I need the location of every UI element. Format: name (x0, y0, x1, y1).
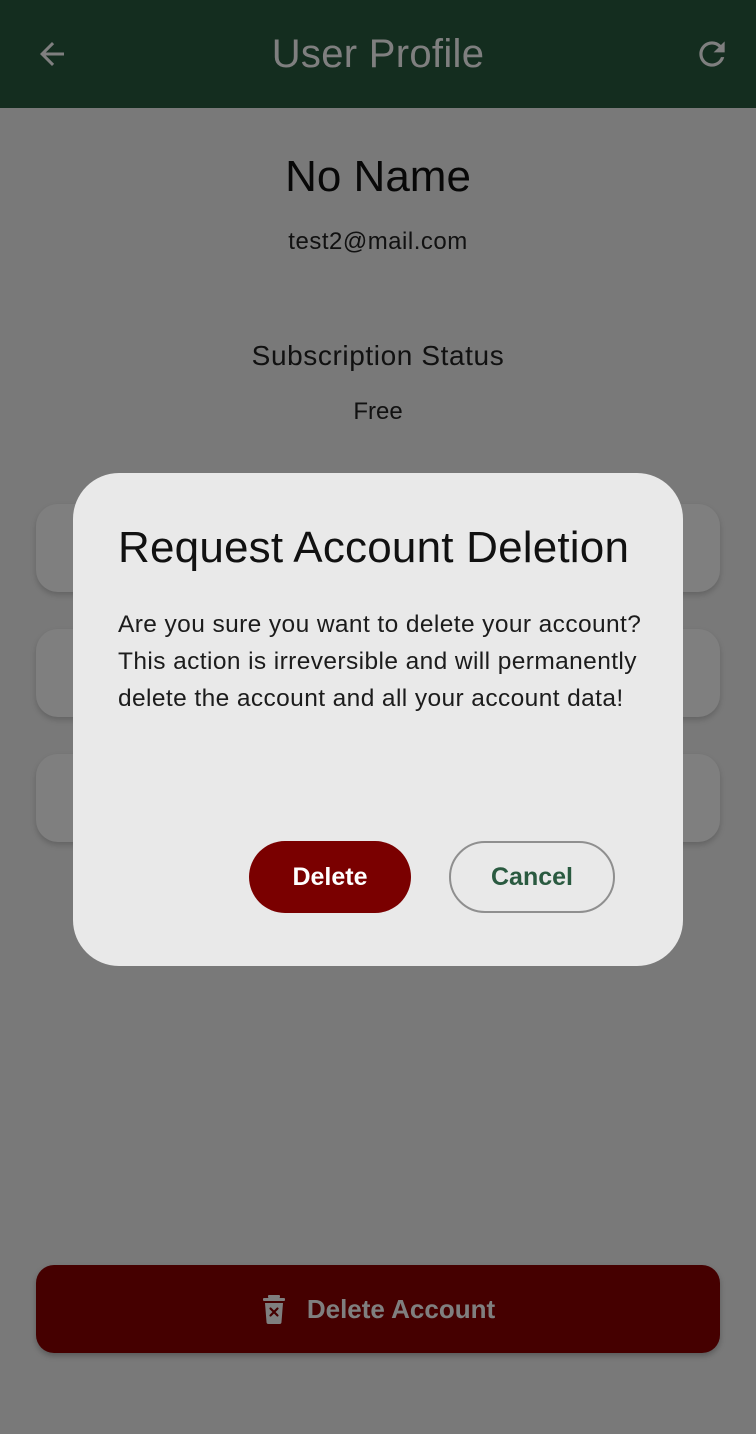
confirm-delete-button[interactable]: Delete (249, 841, 411, 913)
dialog-message: Are you sure you want to delete your acc… (118, 606, 658, 717)
dialog-title: Request Account Deletion (118, 523, 630, 572)
delete-confirmation-dialog: Request Account Deletion Are you sure yo… (73, 473, 683, 966)
dialog-message-line: This action is irreversible and will per… (118, 648, 637, 712)
dialog-message-line: Are you sure you want to delete your acc… (118, 611, 642, 638)
cancel-button[interactable]: Cancel (449, 841, 615, 913)
